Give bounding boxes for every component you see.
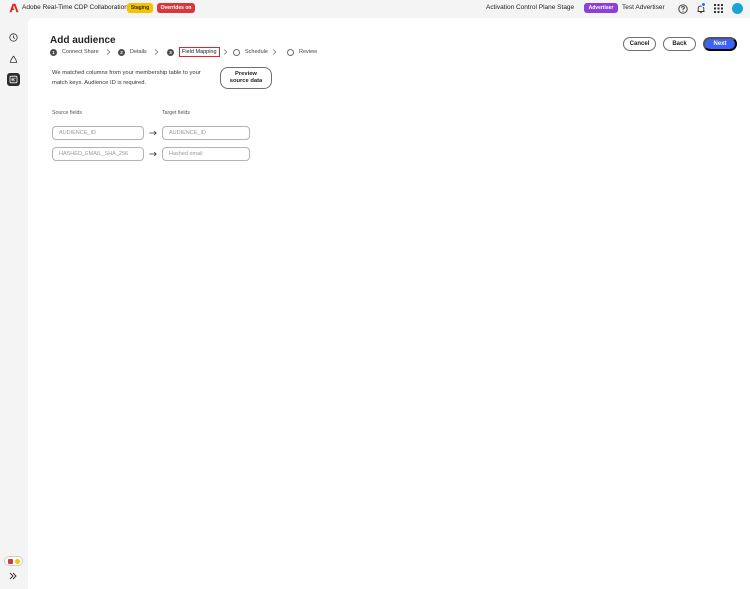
chevron-right-icon <box>272 49 277 55</box>
chevron-right-icon <box>223 49 228 55</box>
overrides-badge[interactable]: Overrides on <box>157 3 195 13</box>
step-label: Connect Share <box>62 49 99 55</box>
step-review[interactable]: Review <box>287 47 317 57</box>
source-field-audience-id: AUDIENCE_ID <box>52 126 144 140</box>
step-label: Details <box>130 49 147 55</box>
app-title[interactable]: Adobe Real-Time CDP Collaboration <box>22 4 128 11</box>
page-title: Add audience <box>50 35 116 46</box>
step-field-mapping[interactable]: 3 Field Mapping <box>167 47 220 57</box>
step-number: 2 <box>118 48 125 56</box>
help-icon[interactable] <box>677 3 688 14</box>
avatar[interactable] <box>732 3 743 14</box>
user-name: Test Advertiser <box>622 4 665 11</box>
step-number: 3 <box>167 48 174 56</box>
step-number: 1 <box>50 48 57 56</box>
status-chip-yellow-icon <box>14 558 20 564</box>
arrow-right-icon <box>149 151 157 157</box>
top-bar: Adobe Real-Time CDP Collaboration Stagin… <box>0 0 750 18</box>
chevron-right-icon <box>106 49 111 55</box>
source-fields-header: Source fields <box>52 110 82 116</box>
back-button[interactable]: Back <box>663 37 696 51</box>
apps-grid-icon[interactable] <box>713 3 724 14</box>
notification-dot <box>701 2 706 7</box>
left-nav <box>0 18 28 589</box>
history-icon[interactable] <box>7 31 20 44</box>
expand-double-chevron-icon[interactable] <box>8 571 18 581</box>
target-field-hashed-email[interactable]: Hashed email <box>162 147 250 161</box>
adobe-logo-icon[interactable] <box>9 3 19 13</box>
recycle-icon[interactable] <box>7 53 20 66</box>
audience-icon[interactable] <box>7 73 20 86</box>
org-switcher[interactable]: Activation Control Plane Stage <box>486 4 574 11</box>
chevron-right-icon <box>154 49 159 55</box>
target-fields-header: Target fields <box>162 110 190 116</box>
step-details[interactable]: 2 Details <box>118 47 147 57</box>
source-field-hashed-email: HASHED_EMAIL_SHA_256 <box>52 147 144 161</box>
cancel-button[interactable]: Cancel <box>623 37 656 51</box>
main-panel: Add audience 1 Connect Share 2 Details 3… <box>28 18 750 589</box>
step-label: Field Mapping <box>179 47 220 57</box>
step-circle-icon <box>287 48 294 56</box>
step-circle-icon <box>233 48 240 56</box>
target-field-audience-id[interactable]: AUDIENCE_ID <box>162 126 250 140</box>
mapping-description: We matched columns from your membership … <box>52 70 201 86</box>
arrow-right-icon <box>149 130 157 136</box>
step-label: Review <box>299 49 318 55</box>
role-badge: Advertiser <box>584 3 618 13</box>
status-chip[interactable] <box>4 556 23 566</box>
step-schedule[interactable]: Schedule <box>233 47 268 57</box>
step-connect-share[interactable]: 1 Connect Share <box>50 47 99 57</box>
next-button[interactable]: Next <box>703 37 737 51</box>
status-chip-red-icon <box>7 558 13 564</box>
step-label: Schedule <box>245 49 268 55</box>
staging-badge: Staging <box>127 3 153 13</box>
preview-source-data-button[interactable]: Preview source data <box>220 67 272 89</box>
